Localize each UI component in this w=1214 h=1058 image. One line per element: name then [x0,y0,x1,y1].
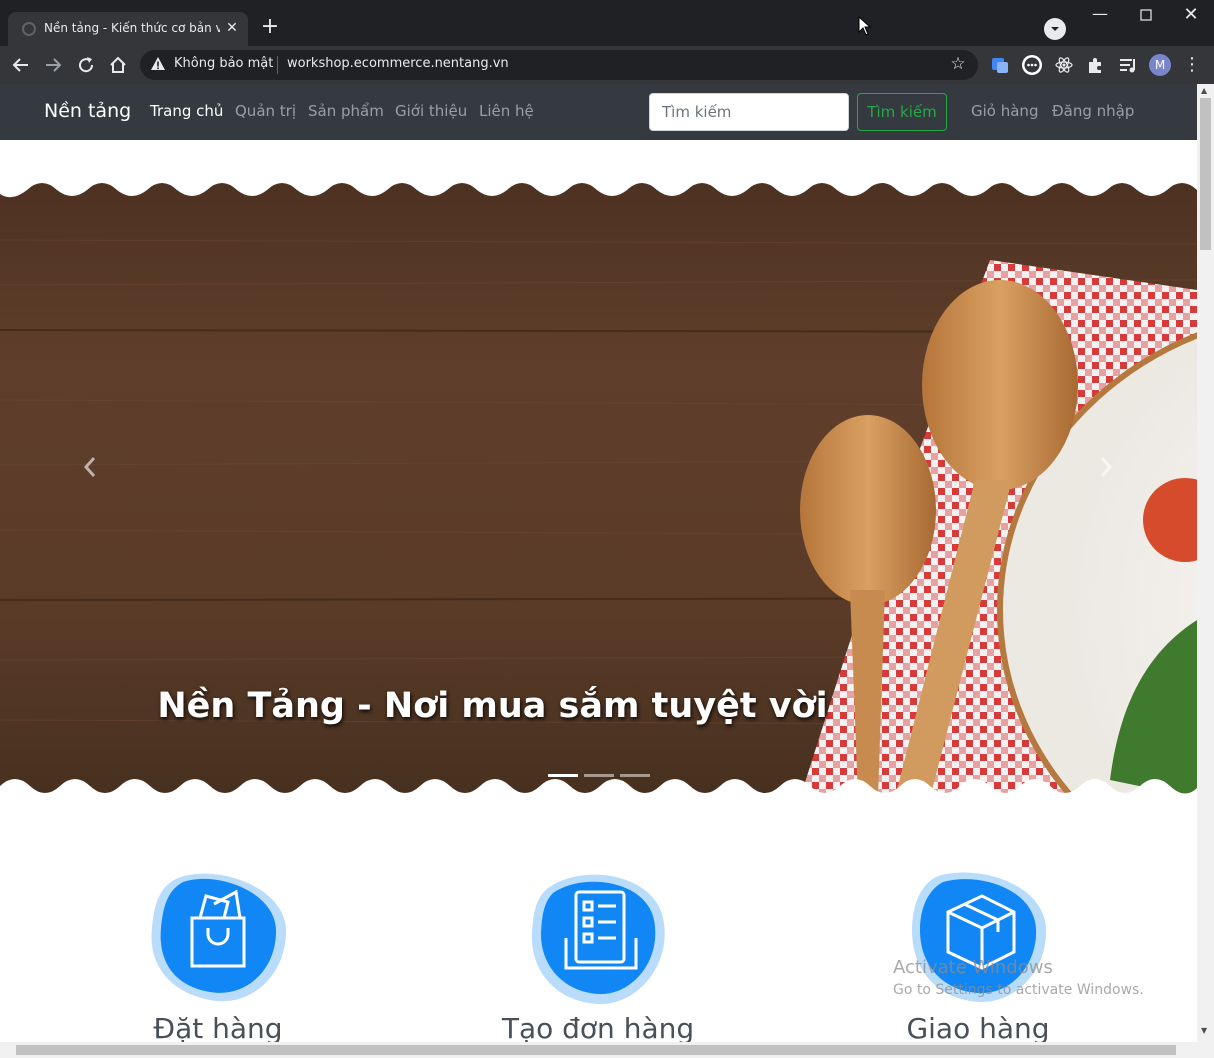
feature-create-order-icon [528,868,668,1008]
forward-icon[interactable] [42,54,64,76]
horizontal-scrollbar[interactable] [0,1042,1214,1058]
brand-logo[interactable]: Nền tảng [44,100,131,122]
search-input[interactable] [649,93,849,131]
feature-title-delivery: Giao hàng [906,1012,1050,1042]
site-navbar: Nền tảng Trang chủ Quản trị Sản phẩm Giớ… [0,84,1197,140]
tab-search-icon[interactable] [1044,18,1066,40]
feature-title-order: Đặt hàng [153,1012,283,1042]
back-icon[interactable] [10,54,32,76]
browser-menu-icon[interactable]: ⋮ [1181,54,1203,76]
scroll-up-icon[interactable]: ▲ [1201,86,1207,95]
mouse-cursor-icon [858,16,872,36]
translate-extension-icon[interactable] [989,54,1011,76]
nav-link-admin[interactable]: Quản trị [235,102,296,120]
feature-title-create-order: Tạo đơn hàng [501,1012,695,1042]
horizontal-scrollbar-thumb[interactable] [16,1045,1176,1055]
carousel-indicator-1[interactable] [548,774,578,777]
scroll-down-icon[interactable]: ▼ [1201,1026,1207,1035]
browser-toolbar: Không bảo mật workshop.ecommerce.nentang… [0,46,1214,84]
reload-icon[interactable] [75,54,97,76]
carousel-indicator-3[interactable] [620,774,650,777]
vertical-scrollbar[interactable]: ▲ ▼ [1197,84,1214,1042]
new-tab-icon[interactable]: + [258,16,282,40]
profile-avatar[interactable]: M [1149,54,1171,76]
chat-extension-icon[interactable] [1021,54,1043,76]
carousel-indicator-2[interactable] [584,774,614,777]
nav-link-home[interactable]: Trang chủ [150,102,223,120]
page-viewport: Nền tảng Trang chủ Quản trị Sản phẩm Giớ… [0,84,1197,1042]
activate-windows-title: Activate Windows [893,957,1053,978]
carousel-caption: Nền Tảng - Nơi mua sắm tuyệt vời [157,686,828,726]
nav-link-cart[interactable]: Giỏ hàng [971,102,1038,120]
media-playlist-icon[interactable] [1117,54,1139,76]
nav-link-login[interactable]: Đăng nhập [1052,102,1134,120]
browser-tab-strip: Nền tảng - Kiến thức cơ bản về Web ✕ + —… [0,0,1214,46]
nav-link-products[interactable]: Sản phẩm [308,102,384,120]
browser-tab[interactable]: Nền tảng - Kiến thức cơ bản về Web ✕ [8,12,248,46]
tab-close-icon[interactable]: ✕ [222,18,242,38]
nav-link-contact[interactable]: Liên hệ [479,102,534,120]
react-devtools-icon[interactable] [1053,54,1075,76]
tab-title: Nền tảng - Kiến thức cơ bản về Web [44,21,220,35]
security-label[interactable]: Không bảo mật [174,56,273,71]
bookmark-star-icon[interactable]: ☆ [948,54,968,74]
omnibox-divider [277,56,278,74]
carousel-prev-icon[interactable] [80,452,100,482]
window-close-icon[interactable]: ✕ [1168,0,1214,30]
extensions-puzzle-icon[interactable] [1085,54,1107,76]
loading-favicon-icon [22,22,36,36]
feature-order-icon [148,868,288,1008]
carousel-next-icon[interactable] [1096,452,1116,482]
window-minimize-icon[interactable]: — [1078,0,1122,30]
warning-icon[interactable] [150,56,166,72]
activate-windows-subtitle: Go to Settings to activate Windows. [893,982,1144,998]
home-icon[interactable] [107,54,129,76]
vertical-scrollbar-thumb[interactable] [1200,98,1211,250]
address-bar[interactable]: Không bảo mật workshop.ecommerce.nentang… [140,50,978,80]
window-maximize-icon[interactable] [1124,0,1168,30]
search-button[interactable]: Tìm kiếm [857,93,947,131]
hero-carousel[interactable]: Nền Tảng - Nơi mua sắm tuyệt vời [0,180,1197,798]
url-text[interactable]: workshop.ecommerce.nentang.vn [287,56,509,71]
nav-link-about[interactable]: Giới thiệu [395,102,467,120]
